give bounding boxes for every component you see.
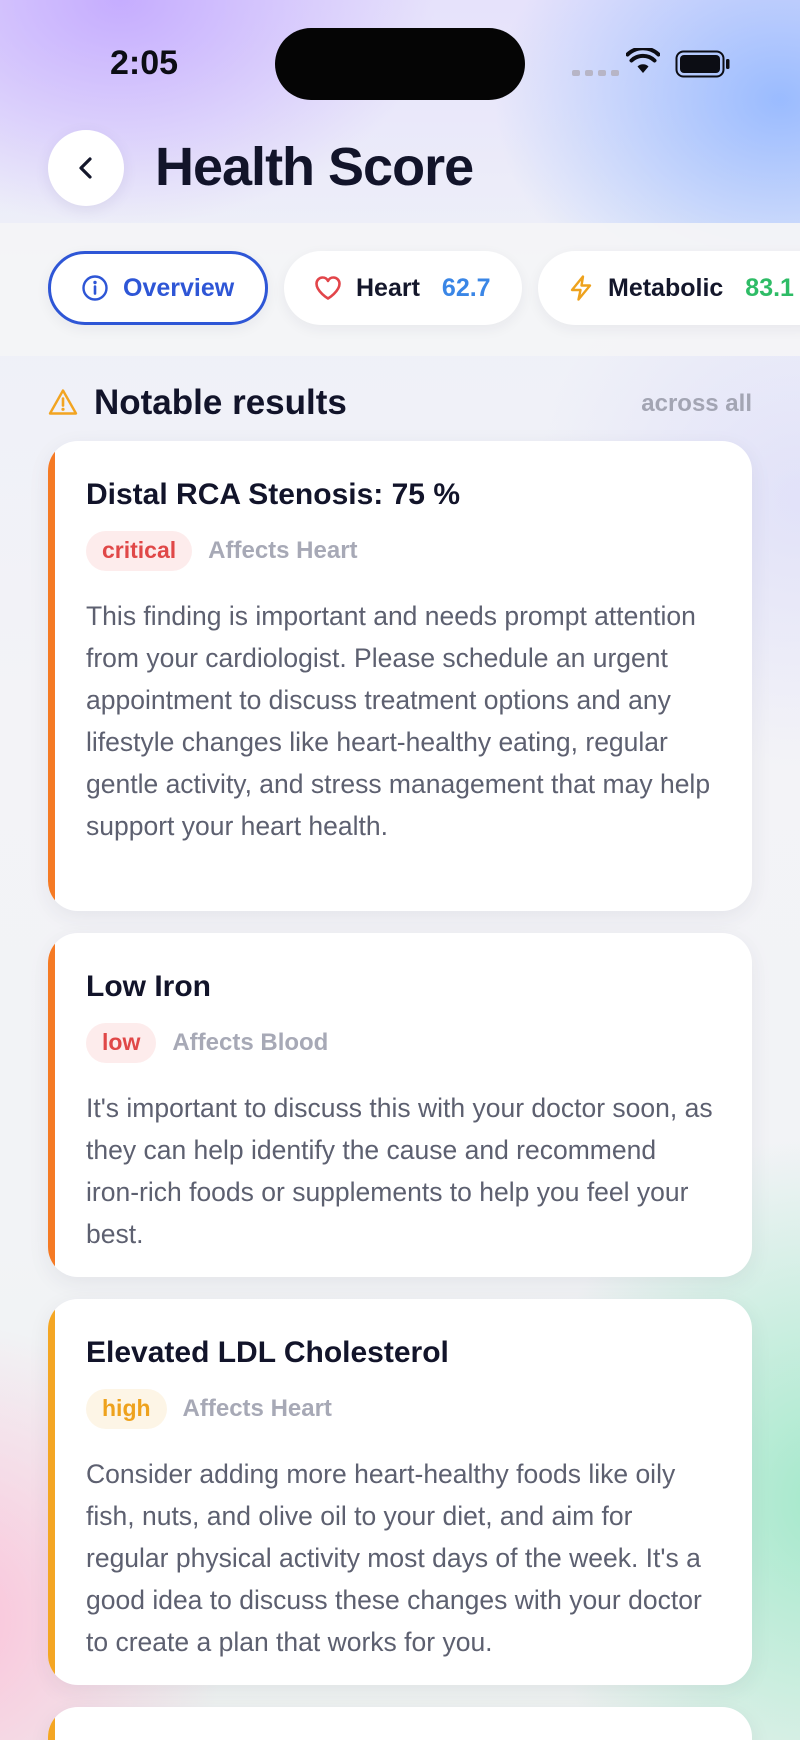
result-card[interactable]: Low Iron low Affects Blood It's importan…: [48, 933, 752, 1277]
tab-bar: Overview Heart 62.7 Metabolic 83.1: [0, 223, 800, 356]
header: Health Score: [0, 130, 800, 210]
metabolic-score: 83.1: [745, 273, 794, 302]
section-scope-label: across all: [641, 390, 752, 417]
affects-label: Affects Heart: [208, 536, 358, 564]
result-description: Consider adding more heart-healthy foods…: [86, 1458, 702, 1657]
cellular-signal-icon: [572, 70, 619, 76]
tab-overview-label: Overview: [123, 273, 235, 302]
info-icon: [82, 275, 108, 301]
tab-metabolic-label: Metabolic: [608, 273, 724, 302]
result-title: Low Iron: [86, 970, 211, 1003]
affects-label: Affects Heart: [182, 1394, 332, 1422]
result-card[interactable]: Elevated LDL Cholesterol high Affects He…: [48, 1299, 752, 1685]
back-button[interactable]: [48, 130, 124, 206]
result-card-partial[interactable]: [48, 1707, 752, 1740]
page-title: Health Score: [155, 137, 474, 197]
result-title: Elevated LDL Cholesterol: [86, 1336, 449, 1369]
status-bar: 2:05: [0, 0, 800, 120]
result-description: This finding is important and needs prom…: [86, 600, 711, 841]
lightning-icon: [570, 275, 592, 301]
heart-score: 62.7: [441, 273, 491, 302]
severity-badge: low: [86, 1023, 157, 1063]
severity-badge: critical: [86, 531, 193, 571]
wifi-icon: [626, 48, 660, 73]
tab-heart[interactable]: Heart 62.7: [284, 251, 522, 325]
section-title: Notable results: [94, 383, 347, 422]
tab-overview[interactable]: Overview: [48, 251, 268, 325]
warning-icon: [48, 389, 78, 415]
notable-results-header: Notable results across all: [48, 380, 752, 430]
battery-icon: [675, 50, 730, 78]
severity-badge: high: [86, 1389, 167, 1429]
tab-heart-label: Heart: [356, 273, 420, 302]
result-description: It's important to discuss this with your…: [86, 1092, 713, 1249]
heart-icon: [315, 276, 341, 300]
affects-label: Affects Blood: [172, 1028, 329, 1056]
result-card[interactable]: Distal RCA Stenosis: 75 % critical Affec…: [48, 441, 752, 911]
result-title: Distal RCA Stenosis: 75 %: [86, 478, 460, 511]
status-time: 2:05: [110, 44, 179, 82]
dynamic-island: [275, 28, 525, 100]
tab-metabolic[interactable]: Metabolic 83.1: [538, 251, 800, 325]
chevron-left-icon: [79, 157, 92, 179]
